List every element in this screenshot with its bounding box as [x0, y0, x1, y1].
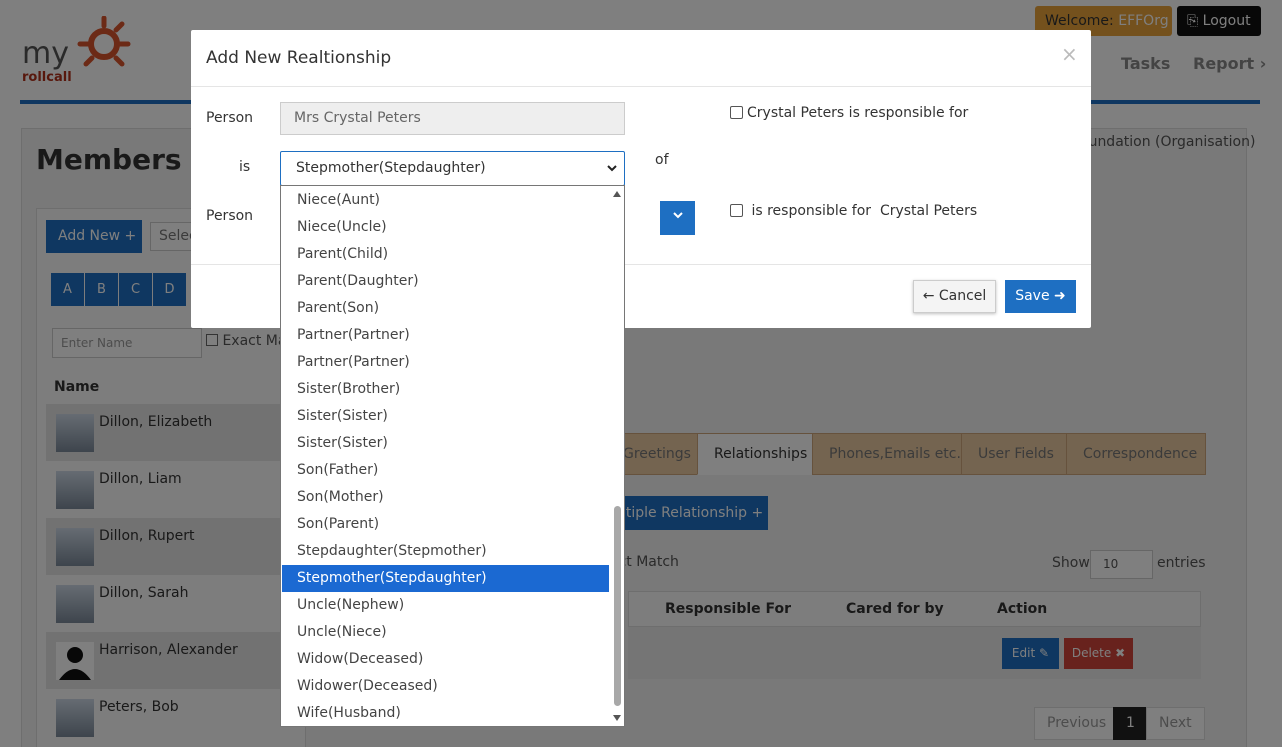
responsible-for-checkbox[interactable] — [730, 106, 743, 119]
relationship-type-options: Niece(Aunt) Niece(Uncle) Parent(Child) Pare… — [280, 185, 625, 727]
dropdown-option[interactable]: Niece(Aunt) — [282, 187, 609, 214]
modal-header: Add New Realtionship × — [191, 30, 1091, 87]
dropdown-option[interactable]: Parent(Daughter) — [282, 268, 609, 295]
person2-label: Person — [206, 208, 254, 224]
dropdown-option[interactable]: Partner(Partner) — [282, 322, 609, 349]
dropdown-option[interactable]: Sister(Sister) — [282, 430, 609, 457]
dropdown-option[interactable]: Parent(Son) — [282, 295, 609, 322]
dropdown-option[interactable]: Son(Mother) — [282, 484, 609, 511]
dropdown-scrollbar[interactable] — [610, 186, 624, 726]
of-label: of — [655, 152, 669, 168]
dropdown-option[interactable]: Wife(Husband) — [282, 700, 609, 726]
close-icon[interactable]: × — [1061, 42, 1078, 66]
dropdown-option[interactable]: Partner(Partner) — [282, 349, 609, 376]
modal-title: Add New Realtionship — [206, 48, 392, 68]
cancel-label: Cancel — [938, 288, 987, 304]
dropdown-option[interactable]: Parent(Child) — [282, 241, 609, 268]
dropdown-option[interactable]: Son(Parent) — [282, 511, 609, 538]
dropdown-option[interactable]: Niece(Uncle) — [282, 214, 609, 241]
dropdown-option[interactable]: Stepdaughter(Stepmother) — [282, 538, 609, 565]
dropdown-option[interactable]: Sister(Brother) — [282, 376, 609, 403]
responsible-for-label: Crystal Peters is responsible for — [747, 105, 969, 121]
dropdown-option[interactable]: Widower(Deceased) — [282, 673, 609, 700]
save-button[interactable]: Save ➜ — [1005, 280, 1076, 313]
scroll-up-arrow-icon[interactable] — [613, 191, 621, 197]
relationship-type-value: Stepmother(Stepdaughter) — [296, 160, 486, 176]
relationship-type-select[interactable]: Stepmother(Stepdaughter) — [280, 151, 625, 186]
cancel-button[interactable]: ← Cancel — [913, 280, 996, 313]
scrollbar-thumb[interactable] — [614, 506, 621, 706]
person-dropdown-toggle[interactable] — [660, 201, 695, 235]
dropdown-option[interactable]: Stepmother(Stepdaughter) — [282, 565, 609, 592]
dropdown-option[interactable]: Widow(Deceased) — [282, 646, 609, 673]
dropdown-option[interactable]: Uncle(Nephew) — [282, 592, 609, 619]
scroll-down-arrow-icon[interactable] — [613, 715, 621, 721]
save-label: Save — [1015, 288, 1050, 304]
is-responsible-label: is responsible for Crystal Peters — [747, 203, 978, 219]
person-field: Mrs Crystal Peters — [280, 102, 625, 135]
is-responsible-checkbox[interactable] — [730, 204, 743, 217]
cancel-icon: ← — [922, 288, 935, 304]
is-label: is — [239, 159, 251, 175]
dropdown-option[interactable]: Sister(Sister) — [282, 403, 609, 430]
arrow-right-circle-icon: ➜ — [1054, 288, 1066, 304]
dropdown-option[interactable]: Uncle(Niece) — [282, 619, 609, 646]
chevron-down-icon — [672, 210, 684, 224]
dropdown-option[interactable]: Son(Father) — [282, 457, 609, 484]
person-label: Person — [206, 110, 254, 126]
